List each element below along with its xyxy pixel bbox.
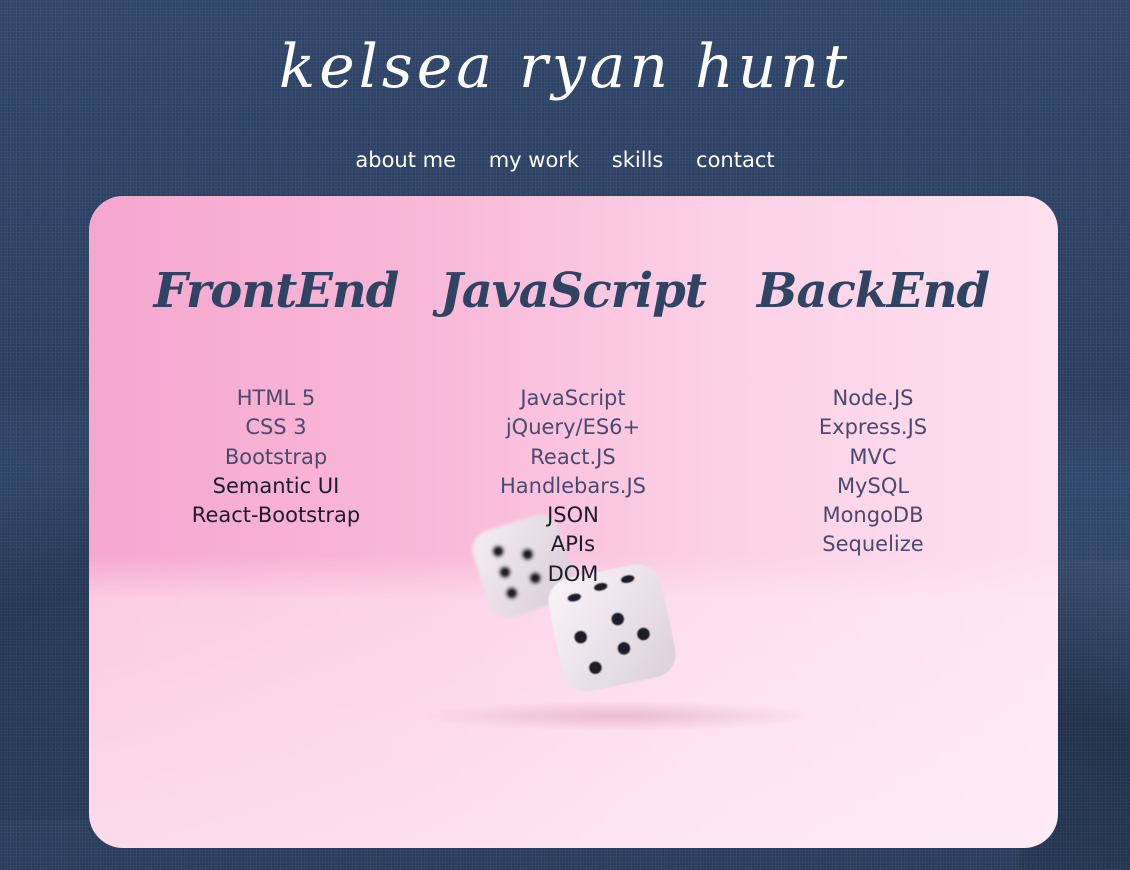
skill-item: Bootstrap <box>224 444 328 469</box>
skill-item: JavaScript <box>520 386 626 410</box>
skill-item: DOM <box>547 561 599 586</box>
skill-item: CSS 3 <box>245 415 307 440</box>
skill-item: Semantic UI <box>212 473 340 498</box>
frontend-skill-list: HTML 5 CSS 3 Bootstrap Semantic UI React… <box>126 384 426 530</box>
frontend-column: FrontEnd HTML 5 CSS 3 Bootstrap Semantic… <box>126 256 426 530</box>
nav-about-me[interactable]: about me <box>355 148 456 172</box>
main-nav: about me my work skills contact <box>0 148 1130 172</box>
skill-item: React.JS <box>530 444 616 469</box>
skill-item: JSON <box>547 503 599 528</box>
nav-contact[interactable]: contact <box>696 148 775 172</box>
dice-shadow <box>419 701 819 731</box>
skill-item: MongoDB <box>822 503 924 528</box>
skill-item: Node.JS <box>832 386 914 410</box>
skills-card: FrontEnd HTML 5 CSS 3 Bootstrap Semantic… <box>89 196 1058 848</box>
skill-item: Sequelize <box>822 532 924 557</box>
skill-item: React-Bootstrap <box>191 503 361 528</box>
backend-skill-list: Node.JS Express.JS MVC MySQL MongoDB Seq… <box>723 384 1023 560</box>
site-title: kelsea ryan hunt <box>278 32 852 102</box>
nav-skills[interactable]: skills <box>612 148 664 172</box>
backend-heading: BackEnd <box>756 263 990 319</box>
backend-column: BackEnd Node.JS Express.JS MVC MySQL Mon… <box>723 256 1023 560</box>
skill-item: MySQL <box>836 473 910 498</box>
javascript-skill-list: JavaScript jQuery/ES6+ React.JS Handleba… <box>423 384 723 589</box>
skill-item: jQuery/ES6+ <box>505 415 641 440</box>
skill-item: Express.JS <box>818 415 928 440</box>
javascript-heading: JavaScript <box>440 263 707 319</box>
skill-item: HTML 5 <box>236 386 316 410</box>
nav-my-work[interactable]: my work <box>489 148 579 172</box>
skill-item: Handlebars.JS <box>499 473 647 498</box>
skill-item: MVC <box>849 444 897 469</box>
skill-item: APIs <box>550 532 596 557</box>
frontend-heading: FrontEnd <box>153 263 400 319</box>
javascript-column: JavaScript JavaScript jQuery/ES6+ React.… <box>423 256 723 589</box>
